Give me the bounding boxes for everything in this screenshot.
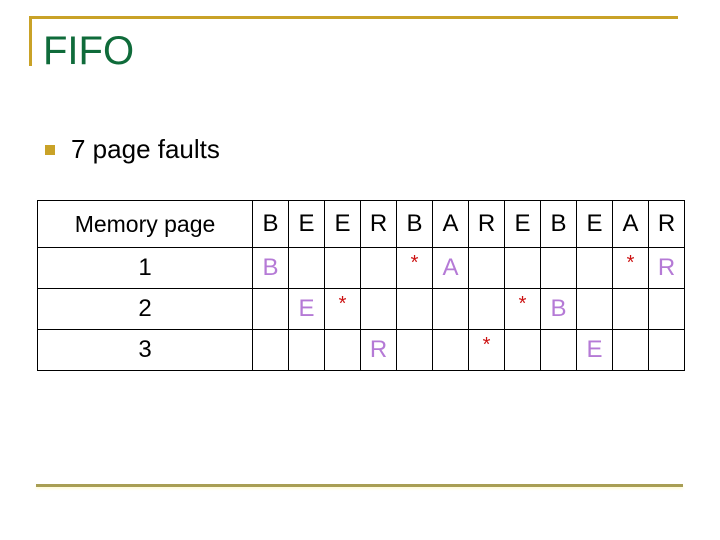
frame-cell <box>252 329 289 371</box>
fault-marker-icon: * <box>626 252 635 274</box>
frame-cell: R <box>360 329 397 371</box>
fault-marker-icon: * <box>482 334 491 356</box>
frame-cell: A <box>432 247 469 289</box>
loaded-page: R <box>657 254 676 281</box>
frame-cell: * <box>324 288 361 330</box>
reference-cell: B <box>540 200 577 248</box>
frame-cell <box>432 329 469 371</box>
frame-cell <box>288 247 325 289</box>
reference-cell: A <box>432 200 469 248</box>
frame-cell <box>504 247 541 289</box>
title-rule-vertical <box>29 16 32 66</box>
bullet-text: 7 page faults <box>71 133 220 164</box>
frame-cell: B <box>540 288 577 330</box>
frame-cell: * <box>468 329 505 371</box>
frame-label: 3 <box>37 329 253 371</box>
loaded-page: R <box>369 336 388 363</box>
frame-cell: * <box>612 247 649 289</box>
frame-cell <box>576 288 613 330</box>
memory-frame-row: 3 R * E <box>37 329 685 371</box>
frame-cell: B <box>252 247 289 289</box>
reference-string-row: Memory page B E E R B A R E B E A R <box>37 200 685 248</box>
reference-cell: B <box>252 200 289 248</box>
frame-cell <box>288 329 325 371</box>
fault-marker-icon: * <box>518 293 527 315</box>
frame-cell: E <box>288 288 325 330</box>
frame-cell <box>360 288 397 330</box>
reference-cell: R <box>360 200 397 248</box>
frame-cell: R <box>648 247 685 289</box>
fault-marker-icon: * <box>410 252 419 274</box>
loaded-page: E <box>298 295 315 322</box>
frame-cell <box>504 329 541 371</box>
header-label: Memory page <box>37 200 253 248</box>
frame-cell <box>324 247 361 289</box>
loaded-page: E <box>586 336 603 363</box>
frame-cell <box>360 247 397 289</box>
bullet-item: 7 page faults <box>45 133 220 165</box>
frame-cell <box>648 329 685 371</box>
frame-cell <box>576 247 613 289</box>
frame-cell <box>468 288 505 330</box>
reference-cell: E <box>324 200 361 248</box>
reference-cell: E <box>576 200 613 248</box>
loaded-page: B <box>550 295 567 322</box>
frame-label: 2 <box>37 288 253 330</box>
loaded-page: B <box>262 254 279 281</box>
reference-cell: E <box>504 200 541 248</box>
frame-cell: * <box>504 288 541 330</box>
frame-cell <box>540 247 577 289</box>
frame-cell <box>432 288 469 330</box>
footer-rule <box>36 484 683 487</box>
frame-cell <box>612 329 649 371</box>
frame-cell <box>468 247 505 289</box>
memory-frame-row: 2 E * * B <box>37 288 685 330</box>
reference-cell: R <box>468 200 505 248</box>
memory-frame-row: 1 B * A * R <box>37 247 685 289</box>
frame-cell <box>396 288 433 330</box>
reference-cell: B <box>396 200 433 248</box>
frame-cell <box>324 329 361 371</box>
frame-cell <box>540 329 577 371</box>
title-rule-horizontal <box>29 16 678 19</box>
frame-cell: * <box>396 247 433 289</box>
frame-cell <box>252 288 289 330</box>
square-bullet-icon <box>45 145 55 155</box>
slide-title: FIFO <box>43 29 135 73</box>
fault-marker-icon: * <box>338 293 347 315</box>
loaded-page: A <box>442 254 459 281</box>
frame-cell <box>396 329 433 371</box>
frame-cell: E <box>576 329 613 371</box>
frame-cell <box>648 288 685 330</box>
reference-cell: R <box>648 200 685 248</box>
fifo-page-table: Memory page B E E R B A R E B E A R 1 B * A * R 2 E * * B 3 R * E <box>37 200 685 371</box>
frame-cell <box>612 288 649 330</box>
frame-label: 1 <box>37 247 253 289</box>
reference-cell: A <box>612 200 649 248</box>
reference-cell: E <box>288 200 325 248</box>
